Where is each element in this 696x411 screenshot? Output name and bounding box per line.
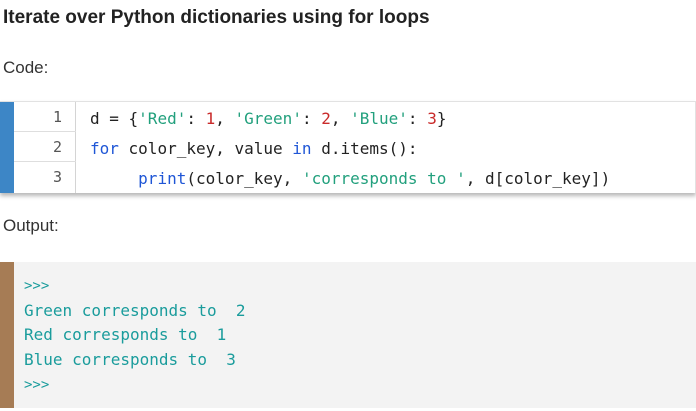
code-line[interactable]: for color_key, value in d.items():	[90, 134, 418, 164]
code-token-plain: :	[407, 109, 428, 128]
output-label: Output:	[3, 216, 59, 235]
output-accent-bar	[0, 262, 14, 408]
code-token-plain: color_key, value	[118, 139, 293, 158]
code-token-kw: in	[292, 139, 312, 158]
code-token-plain: , d[color_key])	[465, 169, 611, 188]
output-block[interactable]: >>> Green corresponds to 2 Red correspon…	[0, 262, 696, 408]
output-line: Blue corresponds to 3	[24, 350, 236, 369]
code-token-plain: d.items():	[311, 139, 418, 158]
code-label: Code:	[3, 58, 49, 77]
code-token-plain: :	[301, 109, 322, 128]
line-number-gutter: 1 2 3	[14, 102, 76, 193]
code-line[interactable]: print(color_key, 'corresponds to ', d[co…	[90, 164, 610, 194]
code-line[interactable]: d = {'Red': 1, 'Green': 2, 'Blue': 3}	[90, 104, 446, 134]
code-token-num: 1	[205, 109, 216, 128]
code-token-plain: ,	[330, 109, 351, 128]
code-token-plain: }	[436, 109, 447, 128]
code-accent-bar	[0, 102, 14, 193]
code-token-str: 'Green'	[234, 109, 302, 128]
code-token-plain: ,	[215, 109, 235, 128]
code-token-num: 2	[321, 109, 331, 128]
output-line: >>>	[24, 278, 50, 294]
code-token-str: 'Blue'	[350, 109, 408, 128]
code-token-kw: for	[90, 139, 119, 158]
code-token-str: 'corresponds to '	[301, 169, 466, 188]
page-title: Iterate over Python dictionaries using f…	[3, 7, 430, 28]
output-line: Green corresponds to 2	[24, 301, 246, 320]
line-number: 1	[52, 108, 62, 126]
code-token-plain: d = {	[90, 109, 139, 128]
code-token-num: 3	[427, 109, 437, 128]
code-token-str: 'Red'	[138, 109, 187, 128]
output-line: >>>	[24, 377, 50, 393]
gutter-row: 1	[14, 102, 76, 132]
code-token-plain: :	[186, 109, 206, 128]
gutter-row: 3	[14, 162, 76, 194]
line-number: 3	[52, 168, 62, 186]
code-token-plain: (color_key,	[186, 169, 302, 188]
code-token-fn: print	[138, 169, 187, 188]
line-number: 2	[52, 138, 62, 156]
code-block[interactable]: 1 2 3 d = {'Red': 1, 'Green': 2, 'Blue':…	[0, 101, 696, 193]
output-line: Red corresponds to 1	[24, 325, 227, 344]
gutter-row: 2	[14, 132, 76, 162]
